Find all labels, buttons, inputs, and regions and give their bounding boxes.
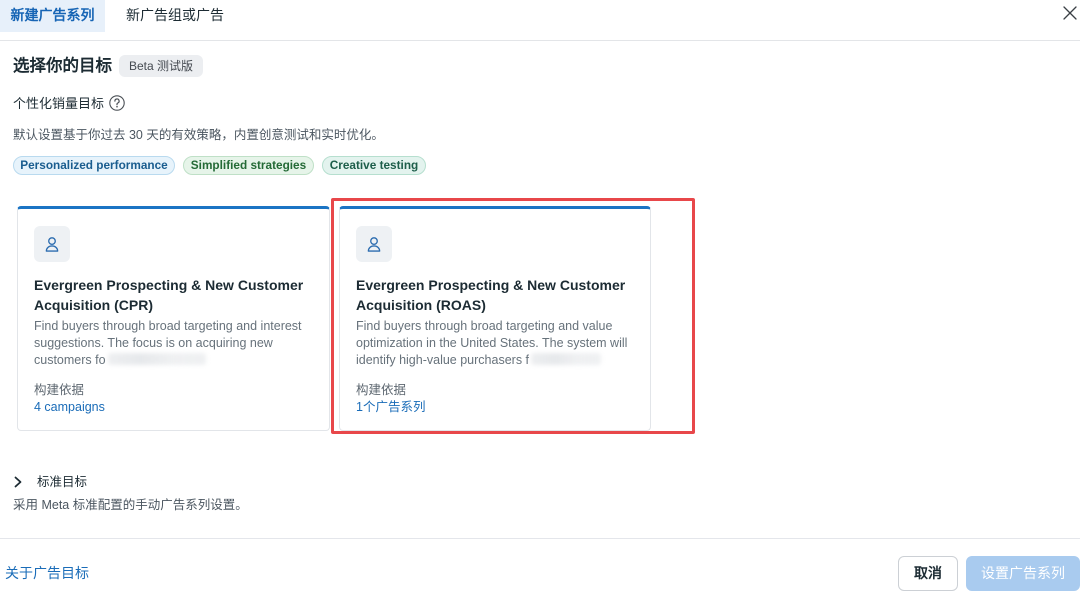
card-title: Evergreen Prospecting & New Customer Acq… bbox=[356, 277, 626, 313]
new-campaign-dialog: 新建广告系列 新广告组或广告 选择你的目标 Beta 测试版 个性化销量目标 默… bbox=[0, 0, 1080, 601]
chevron-right-icon[interactable] bbox=[12, 475, 24, 489]
tab-bar: 新建广告系列 新广告组或广告 bbox=[0, 0, 1080, 41]
person-icon bbox=[34, 226, 70, 262]
page-title: 选择你的目标 bbox=[13, 57, 112, 75]
cancel-button[interactable]: 取消 bbox=[898, 556, 958, 591]
card-description: Find buyers through broad targeting and … bbox=[34, 318, 316, 369]
based-on-campaigns-link[interactable]: 1个广告系列 bbox=[356, 399, 425, 415]
based-on-label: 构建依据 bbox=[356, 383, 407, 397]
based-on-label: 构建依据 bbox=[34, 383, 85, 397]
redacted-text bbox=[107, 353, 206, 365]
objective-card-cpr[interactable]: Evergreen Prospecting & New Customer Acq… bbox=[17, 206, 330, 431]
tab-new-ad-set-or-ad[interactable]: 新广告组或广告 bbox=[126, 0, 224, 32]
card-title: Evergreen Prospecting & New Customer Acq… bbox=[34, 277, 304, 313]
beta-badge: Beta 测试版 bbox=[119, 55, 203, 77]
tab-new-campaign[interactable]: 新建广告系列 bbox=[0, 0, 105, 32]
question-circle-icon[interactable] bbox=[109, 95, 125, 111]
redacted-text bbox=[531, 353, 602, 365]
objective-card-roas[interactable]: Evergreen Prospecting & New Customer Acq… bbox=[339, 206, 651, 431]
person-icon bbox=[356, 226, 392, 262]
standard-objective-toggle[interactable]: 标准目标 bbox=[37, 474, 87, 490]
about-ad-objectives-link[interactable]: 关于广告目标 bbox=[5, 564, 89, 582]
tag-simplified-strategies: Simplified strategies bbox=[183, 156, 314, 175]
personalized-objective-heading: 个性化销量目标 bbox=[13, 96, 105, 111]
based-on-campaigns-link[interactable]: 4 campaigns bbox=[34, 399, 105, 415]
tag-creative-testing: Creative testing bbox=[322, 156, 426, 175]
footer-divider bbox=[0, 538, 1080, 539]
close-icon[interactable] bbox=[1062, 5, 1078, 21]
set-up-campaign-button[interactable]: 设置广告系列 bbox=[966, 556, 1080, 591]
card-description: Find buyers through broad targeting and … bbox=[356, 318, 638, 369]
personalized-objective-description: 默认设置基于你过去 30 天的有效策略，内置创意测试和实时优化。 bbox=[13, 128, 384, 142]
tag-personalized-performance: Personalized performance bbox=[13, 156, 175, 175]
standard-objective-description: 采用 Meta 标准配置的手动广告系列设置。 bbox=[13, 498, 248, 512]
feature-tags: Personalized performance Simplified stra… bbox=[13, 156, 426, 175]
